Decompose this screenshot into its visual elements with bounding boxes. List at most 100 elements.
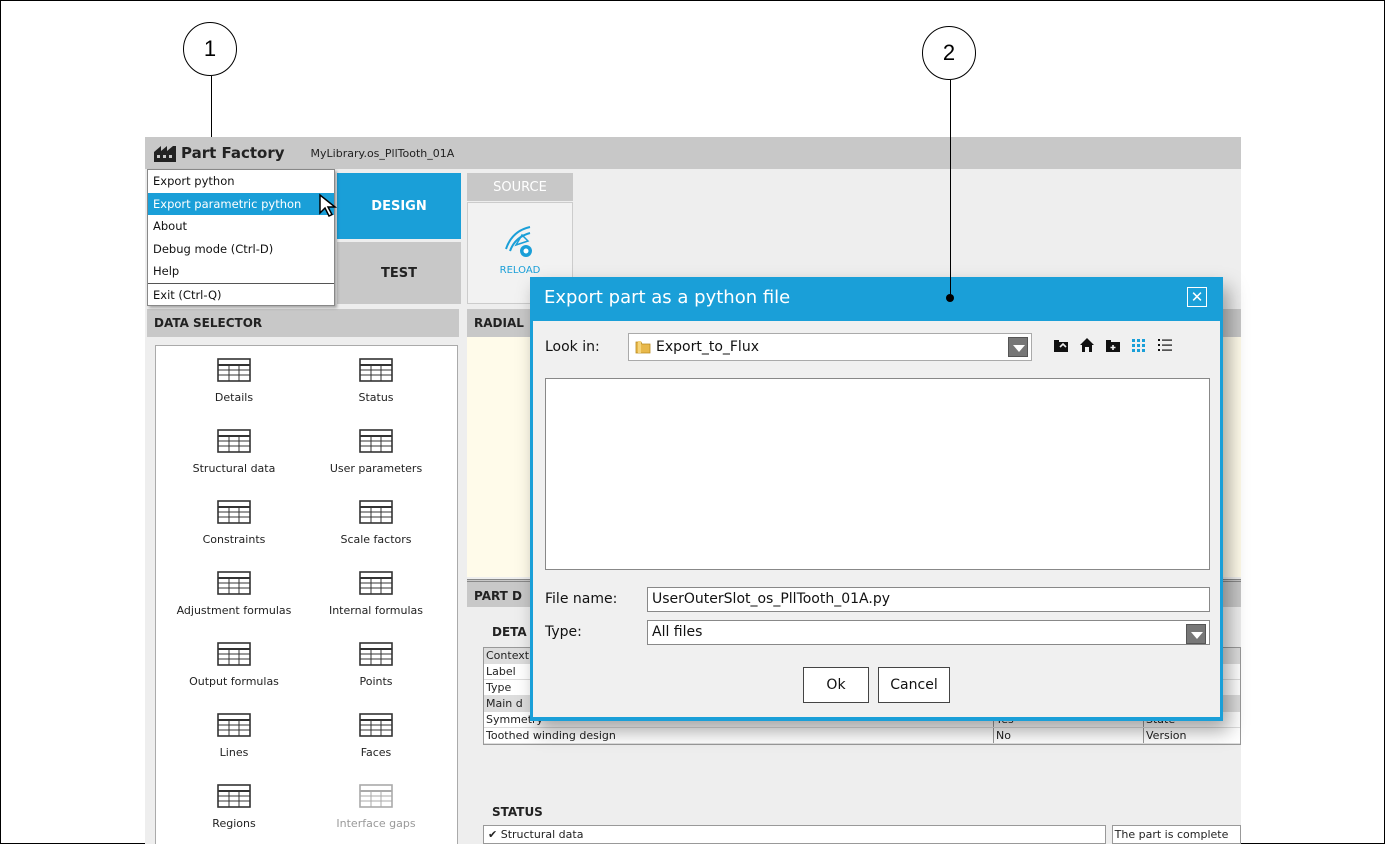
ds-label: Details: [214, 391, 254, 404]
ds-label: Regions: [212, 817, 256, 830]
table-icon: [359, 713, 393, 737]
ds-item-interface-gaps[interactable]: Interface gaps: [306, 784, 446, 830]
table-icon: [217, 642, 251, 666]
table-icon: [217, 713, 251, 737]
new-folder-icon[interactable]: [1105, 337, 1121, 353]
ds-item-internal-formulas[interactable]: Internal formulas: [306, 571, 446, 617]
ds-label: Internal formulas: [328, 604, 424, 617]
type-value: All files: [652, 624, 703, 640]
table-icon: [359, 642, 393, 666]
details-section-title: DETA: [492, 625, 527, 639]
table-row: Toothed winding design No Version: [484, 728, 1240, 744]
ds-label: Output formulas: [189, 675, 279, 688]
table-icon: [217, 500, 251, 524]
ds-label: Scale factors: [340, 533, 412, 546]
menu-item-debug-mode[interactable]: Debug mode (Ctrl-D): [148, 238, 334, 261]
ds-item-output-formulas[interactable]: Output formulas: [164, 642, 304, 688]
dialog-title: Export part as a python file: [544, 287, 791, 308]
file-name-label: File name:: [545, 591, 618, 607]
source-header: SOURCE: [467, 173, 573, 201]
type-label: Type:: [545, 624, 582, 640]
export-dialog: Export part as a python file ✕ Look in: …: [530, 277, 1223, 721]
table-cell: Version: [1146, 729, 1187, 742]
close-icon[interactable]: ✕: [1187, 287, 1207, 307]
callout-2: 2: [922, 26, 976, 80]
ds-label: Faces: [360, 746, 392, 759]
table-icon: [217, 571, 251, 595]
library-file-name: MyLibrary.os_PllTooth_01A: [310, 146, 455, 160]
callout-1-leader: [211, 76, 212, 146]
list-view-icon[interactable]: [1131, 337, 1147, 353]
table-icon: [217, 358, 251, 382]
look-in-dropdown[interactable]: Export_to_Flux: [628, 333, 1032, 361]
ds-label: Lines: [219, 746, 249, 759]
chevron-down-icon[interactable]: [1008, 337, 1028, 357]
ds-item-faces[interactable]: Faces: [306, 713, 446, 759]
dialog-toolbar: [1053, 337, 1173, 353]
callout-2-leader: [950, 80, 951, 296]
reload-icon: [505, 226, 532, 257]
ds-label: Adjustment formulas: [176, 604, 292, 617]
factory-logo-icon[interactable]: [153, 143, 177, 163]
ds-item-lines[interactable]: Lines: [164, 713, 304, 759]
ds-item-adjustment-formulas[interactable]: Adjustment formulas: [164, 571, 304, 617]
table-icon: [359, 500, 393, 524]
data-selector-header: DATA SELECTOR: [147, 309, 459, 337]
table-cell: No: [994, 728, 1144, 743]
menu-item-export-python[interactable]: Export python: [148, 170, 334, 193]
ds-item-status[interactable]: Status: [306, 358, 446, 404]
table-cell: Toothed winding design: [484, 728, 994, 743]
app-menu: Export python Export parametric python A…: [147, 169, 335, 306]
ds-item-user-parameters[interactable]: User parameters: [306, 429, 446, 475]
table-icon: [359, 429, 393, 453]
ds-label: Status: [358, 391, 394, 404]
cancel-button[interactable]: Cancel: [878, 667, 950, 703]
ds-label: User parameters: [329, 462, 423, 475]
status-section-title: STATUS: [492, 805, 543, 819]
tab-test[interactable]: TEST: [337, 242, 461, 304]
ds-label: Points: [359, 675, 393, 688]
ds-label: Interface gaps: [336, 817, 416, 830]
type-dropdown[interactable]: All files: [647, 620, 1210, 645]
callout-2-dot: [946, 294, 954, 302]
ds-label: Constraints: [202, 533, 266, 546]
table-icon: [217, 784, 251, 808]
menu-item-about[interactable]: About: [148, 215, 334, 238]
checkmark-icon: ✔: [488, 828, 498, 841]
menu-item-export-parametric-python[interactable]: Export parametric python: [148, 192, 334, 215]
look-in-value: Export_to_Flux: [656, 339, 759, 355]
ds-item-constraints[interactable]: Constraints: [164, 500, 304, 546]
file-list[interactable]: [545, 378, 1210, 570]
ds-item-points[interactable]: Points: [306, 642, 446, 688]
data-selector-panel: Details Status Structural data User para…: [155, 345, 458, 844]
ds-item-details[interactable]: Details: [164, 358, 304, 404]
home-icon[interactable]: [1079, 337, 1095, 353]
ds-item-regions[interactable]: Regions: [164, 784, 304, 830]
table-icon: [359, 784, 393, 808]
ds-label: Structural data: [192, 462, 276, 475]
callout-1: 1: [183, 22, 237, 76]
status-item-value: The part is complete: [1111, 825, 1241, 844]
detail-view-icon[interactable]: [1157, 337, 1173, 353]
folder-icon: [635, 341, 651, 354]
file-name-input[interactable]: UserOuterSlot_os_PllTooth_01A.py: [647, 587, 1210, 612]
reload-label: RELOAD: [499, 265, 541, 276]
title-bar: Part Factory MyLibrary.os_PllTooth_01A: [145, 137, 1241, 169]
menu-item-exit[interactable]: Exit (Ctrl-Q): [148, 282, 334, 306]
table-icon: [217, 429, 251, 453]
ds-item-scale-factors[interactable]: Scale factors: [306, 500, 446, 546]
status-row: ✔ Structural data The part is complete: [483, 825, 1241, 844]
table-icon: [359, 358, 393, 382]
chevron-down-icon[interactable]: [1186, 624, 1206, 644]
ds-item-structural-data[interactable]: Structural data: [164, 429, 304, 475]
app-name[interactable]: Part Factory: [181, 144, 285, 162]
table-icon: [359, 571, 393, 595]
ok-button[interactable]: Ok: [803, 667, 869, 703]
menu-item-help[interactable]: Help: [148, 260, 334, 283]
status-item-label: Structural data: [500, 828, 584, 841]
parent-folder-icon[interactable]: [1053, 337, 1069, 353]
mouse-pointer-icon: [319, 193, 338, 218]
look-in-label: Look in:: [545, 339, 600, 355]
dialog-body: Look in: Export_to_Flux File name: UserO…: [533, 321, 1220, 717]
tab-design[interactable]: DESIGN: [337, 173, 461, 239]
